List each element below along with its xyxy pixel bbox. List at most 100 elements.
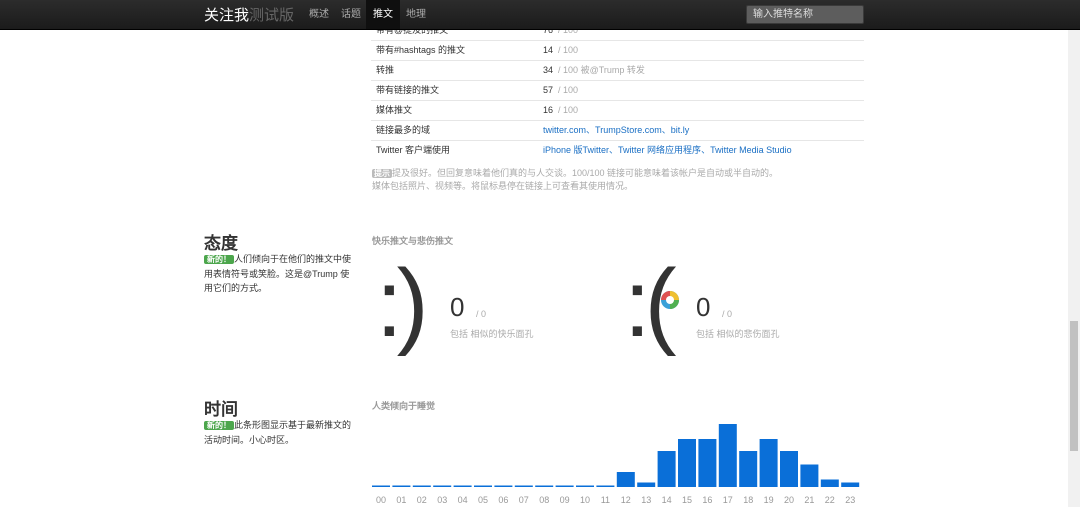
x-tick-label: 19 xyxy=(764,495,774,505)
table-row: 转推 34 / 100 被@Trump 转发 xyxy=(371,60,864,80)
x-tick-label: 05 xyxy=(478,495,488,505)
tip-line-2: 媒体包括照片、视频等。将鼠标悬停在链接上可查看其使用情况。 xyxy=(372,181,634,191)
x-tick-label: 12 xyxy=(621,495,631,505)
table-row: Twitter 客户端使用 iPhone 版Twitter、Twitter 网络… xyxy=(371,140,864,160)
x-tick-label: 10 xyxy=(580,495,590,505)
row-value: twitter.com、TrumpStore.com、bit.ly xyxy=(543,125,690,135)
scrollbar-thumb[interactable] xyxy=(1070,321,1078,451)
client-link[interactable]: Twitter 网络应用程序 xyxy=(618,145,701,155)
bar-hour-22[interactable] xyxy=(820,479,839,488)
x-tick-label: 23 xyxy=(845,495,855,505)
x-tick-label: 11 xyxy=(601,495,610,505)
sad-total: / 0 xyxy=(722,309,733,319)
bar-hour-06[interactable] xyxy=(494,485,513,488)
bar-hour-12[interactable] xyxy=(616,472,635,487)
bar-hour-07[interactable] xyxy=(514,485,533,488)
row-label: 带有链接的推文 xyxy=(376,85,440,95)
tip-line-1: 提及很好。但回复意味着他们真的与人交谈。100/100 链接可能意味着该帐户是自… xyxy=(392,168,779,178)
tip-notes: 提示 提及很好。但回复意味着他们真的与人交谈。100/100 链接可能意味着该帐户… xyxy=(372,167,852,192)
x-tick-label: 02 xyxy=(417,495,427,505)
row-value: 14 / 100 xyxy=(543,45,579,55)
x-tick-label: 15 xyxy=(682,495,692,505)
x-tick-label: 04 xyxy=(458,495,468,505)
client-link[interactable]: Twitter Media Studio xyxy=(710,145,792,155)
bar-hour-20[interactable] xyxy=(780,451,798,487)
x-tick-label: 09 xyxy=(560,495,570,505)
brand-name: 关注我 xyxy=(204,7,250,24)
bar-hour-08[interactable] xyxy=(535,485,554,488)
domain-link[interactable]: TrumpStore.com xyxy=(595,125,662,135)
bar-hour-16[interactable] xyxy=(698,439,717,487)
x-tick-label: 21 xyxy=(804,495,814,505)
row-value: 16 / 100 xyxy=(543,105,579,115)
hourly-activity-svg: 00 01 02 03 04 05 06 07 08 09 10 11 12 13 14 15 16 17 18 19… xyxy=(372,424,860,505)
domain-link[interactable]: twitter.com xyxy=(543,125,586,135)
sad-description: 包括 相似的悲伤面孔 xyxy=(696,329,780,339)
bar-hour-04[interactable] xyxy=(453,485,472,488)
nav-topics[interactable]: 话题 xyxy=(334,0,368,29)
attitude-description: 新的！ 人们倾向于在他们的推文中使用表情符号或笑脸。这是@Trump 使用它们的方… xyxy=(204,254,352,293)
x-tick-label: 01 xyxy=(396,495,406,505)
bar-hour-19[interactable] xyxy=(759,439,778,487)
x-tick-label: 22 xyxy=(825,495,835,505)
x-tick-label: 16 xyxy=(702,495,712,505)
page-scrollbar[interactable] xyxy=(1068,29,1080,507)
row-label: 带有#hashtags 的推文 xyxy=(376,45,466,55)
domain-link[interactable]: bit.ly xyxy=(671,125,690,135)
nav-tweets[interactable]: 推文 xyxy=(366,0,400,29)
bar-hour-14[interactable] xyxy=(657,451,676,487)
nav-geo[interactable]: 地理 xyxy=(399,0,433,29)
x-tick-label: 03 xyxy=(437,495,447,505)
x-tick-label: 08 xyxy=(539,495,549,505)
brand-logo[interactable]: 关注我测试版 xyxy=(204,4,294,25)
bar-hour-15[interactable] xyxy=(678,439,696,487)
attitude-title: 态度 xyxy=(204,234,238,253)
nav-overview[interactable]: 概述 xyxy=(302,0,336,29)
x-tick-label: 20 xyxy=(784,495,794,505)
bar-hour-03[interactable] xyxy=(433,485,452,488)
x-tick-label: 00 xyxy=(376,495,386,505)
happy-face: :) xyxy=(376,250,429,357)
new-badge: 新的！ xyxy=(204,421,234,430)
attitude-section-label: 快乐推文与悲伤推文 xyxy=(372,236,454,246)
x-tick-label: 17 xyxy=(723,495,733,505)
row-label: Twitter 客户端使用 xyxy=(376,145,451,155)
client-link[interactable]: iPhone 版Twitter xyxy=(543,145,609,155)
row-value: iPhone 版Twitter、Twitter 网络应用程序、Twitter M… xyxy=(543,145,792,155)
x-tick-label: 13 xyxy=(641,495,651,505)
row-label: 链接最多的域 xyxy=(376,125,431,135)
brand-beta-label: 测试版 xyxy=(249,7,295,24)
hourly-activity-chart: 00 01 02 03 04 05 06 07 08 09 10 11 12 13 14 15 16 17 18 19… xyxy=(370,418,860,507)
bar-hour-00[interactable] xyxy=(372,485,390,488)
row-label: 媒体推文 xyxy=(376,105,413,115)
bar-hour-13[interactable] xyxy=(637,482,656,488)
x-tick-label: 06 xyxy=(498,495,508,505)
bar-hour-23[interactable] xyxy=(841,482,860,488)
happy-total: / 0 xyxy=(476,309,487,319)
search-input[interactable]: 输入推特名称 xyxy=(746,5,864,24)
x-tick-label: 14 xyxy=(662,495,672,505)
bar-hour-02[interactable] xyxy=(412,485,431,488)
bar-hour-21[interactable] xyxy=(800,464,819,488)
time-title: 时间 xyxy=(204,400,238,419)
tip-badge: 提示 xyxy=(372,169,392,178)
x-tick-label: 07 xyxy=(519,495,529,505)
time-description: 新的！ 此条形图显示基于最新推文的活动时间。小心时区。 xyxy=(204,420,352,445)
loading-spinner-icon xyxy=(660,290,680,310)
bar-hour-10[interactable] xyxy=(576,485,594,488)
bar-hour-09[interactable] xyxy=(555,485,574,488)
row-label: 转推 xyxy=(376,65,395,75)
bar-hour-01[interactable] xyxy=(392,485,411,488)
happy-description: 包括 相似的快乐面孔 xyxy=(450,329,534,339)
top-navbar: 关注我测试版 概述 话题 推文 地理 输入推特名称 xyxy=(0,0,1080,30)
x-tick-label: 18 xyxy=(743,495,753,505)
tweet-stats-table: 带有@提及的推文 76 / 100 带有#hashtags 的推文 14 / 1… xyxy=(371,20,864,160)
bar-hour-05[interactable] xyxy=(474,485,492,488)
bar-hour-18[interactable] xyxy=(739,451,758,487)
sad-count: 0 xyxy=(696,292,711,322)
happy-count: 0 xyxy=(450,292,465,322)
row-value: 57 / 100 xyxy=(543,85,579,95)
bar-hour-11[interactable] xyxy=(596,485,615,488)
bar-hour-17[interactable] xyxy=(718,424,737,487)
table-row: 媒体推文 16 / 100 xyxy=(371,100,864,120)
